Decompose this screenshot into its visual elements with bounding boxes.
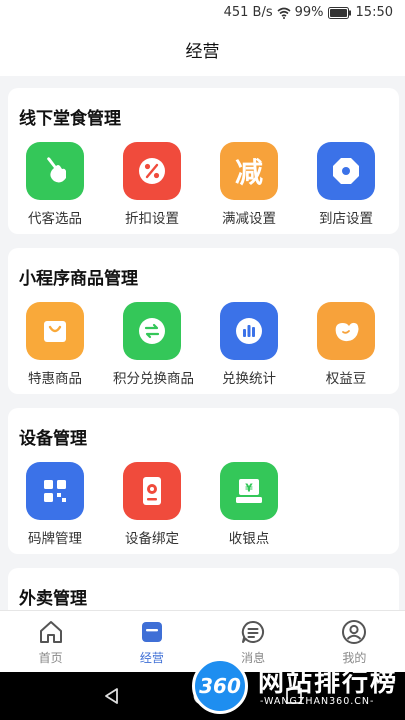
section-title: 设备管理 <box>19 429 87 449</box>
jian-glyph-icon: 减 <box>220 142 278 200</box>
tile-special-goods[interactable]: 特惠商品 <box>16 302 94 392</box>
tile-label: 到店设置 <box>319 211 373 227</box>
tile-code-card-management[interactable]: 码牌管理 <box>16 462 94 552</box>
tab-label: 经营 <box>139 651 164 665</box>
tile-label: 权益豆 <box>325 371 367 387</box>
tab-label: 首页 <box>38 651 63 665</box>
device-icon <box>123 462 181 520</box>
watermark-title: 网站排行榜 <box>258 668 399 698</box>
watermark-badge: 360 <box>192 658 248 714</box>
home-icon <box>39 621 62 643</box>
battery-percent: 99% <box>294 5 324 20</box>
tile-discount-settings[interactable]: 折扣设置 <box>113 142 191 232</box>
svg-text:¥: ¥ <box>245 482 253 495</box>
tile-label: 满减设置 <box>222 211 276 227</box>
status-bar: 451 B/s 99% 15:50 <box>0 0 405 28</box>
tile-label: 积分兑换商品 <box>113 371 194 387</box>
exchange-icon <box>123 302 181 360</box>
battery-icon <box>327 6 351 19</box>
tile-full-reduction-settings[interactable]: 减 满减设置 <box>210 142 288 232</box>
watermark-subtitle: -WANGZHAN360.CN- <box>260 696 375 707</box>
message-icon <box>242 620 265 643</box>
section-title: 小程序商品管理 <box>19 269 138 289</box>
store-octagon-icon <box>317 142 375 200</box>
tile-label: 收银点 <box>228 531 270 547</box>
tile-label: 兑换统计 <box>222 371 276 387</box>
tile-label: 设备绑定 <box>125 531 179 547</box>
clock: 15:50 <box>355 5 393 20</box>
percent-icon <box>123 142 181 200</box>
tile-device-binding[interactable]: 设备绑定 <box>113 462 191 552</box>
status-indicators: 451 B/s 99% 15:50 <box>224 5 393 20</box>
tile-equity-beans[interactable]: 权益豆 <box>307 302 385 392</box>
tile-label: 折扣设置 <box>125 211 179 227</box>
bar-chart-icon <box>220 302 278 360</box>
section-title: 外卖管理 <box>19 589 87 609</box>
hand-pointer-icon <box>26 142 84 200</box>
qr-code-icon <box>26 462 84 520</box>
wifi-icon <box>277 7 291 19</box>
section-title: 线下堂食管理 <box>19 109 121 129</box>
shopping-bag-icon <box>26 302 84 360</box>
profile-icon <box>342 620 367 644</box>
tile-label: 代客选品 <box>28 211 82 227</box>
watermark-logo: 360 网站排行榜 -WANGZHAN360.CN- <box>192 658 402 716</box>
tile-label: 特惠商品 <box>28 371 82 387</box>
tile-proxy-select[interactable]: 代客选品 <box>16 142 94 232</box>
icon-glyph: 减 <box>234 156 263 189</box>
tile-label: 码牌管理 <box>28 531 82 547</box>
tile-cashier-point[interactable]: ¥ 收银点 <box>210 462 288 552</box>
tab-home[interactable]: 首页 <box>0 611 101 672</box>
tab-business[interactable]: 经营 <box>101 611 202 672</box>
business-icon <box>141 622 162 642</box>
section-miniprogram-goods: 小程序商品管理 特惠商品 积分兑换商品 兑换统计 权益豆 <box>8 248 399 394</box>
network-speed: 451 B/s <box>223 5 273 20</box>
tile-exchange-stats[interactable]: 兑换统计 <box>210 302 288 392</box>
back-icon[interactable] <box>102 686 122 706</box>
section-device-management: 设备管理 码牌管理 设备绑定 ¥ 收银点 <box>8 408 399 554</box>
cashier-icon: ¥ <box>220 462 278 520</box>
section-offline-dining: 线下堂食管理 代客选品 折扣设置 减 满减设置 到店设置 <box>8 88 399 234</box>
tile-instore-settings[interactable]: 到店设置 <box>307 142 385 232</box>
bean-icon <box>317 302 375 360</box>
page-title: 经营 <box>0 28 405 76</box>
tile-points-exchange-goods[interactable]: 积分兑换商品 <box>113 302 194 392</box>
